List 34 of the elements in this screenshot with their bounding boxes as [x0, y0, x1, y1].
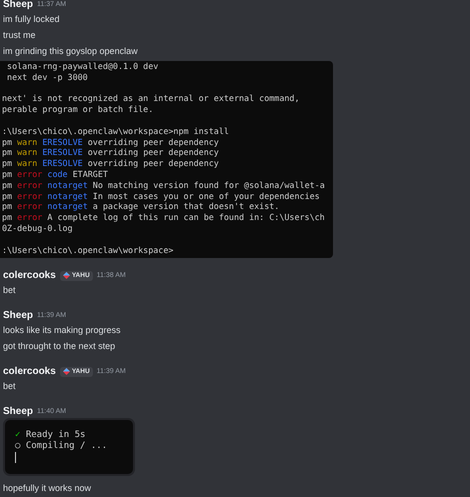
- author-name[interactable]: Sheep: [3, 310, 34, 321]
- terminal-line: pm warn ERESOLVE overriding peer dependency: [2, 136, 219, 147]
- terminal-line: :\Users\chico\.openclaw\workspace>npm install: [2, 126, 229, 136]
- terminal-line: pm warn ERESOLVE overriding peer dependency: [2, 158, 219, 168]
- author-name[interactable]: Sheep: [3, 0, 34, 10]
- terminal-line: perable program or batch file.: [2, 104, 154, 114]
- author-name[interactable]: colercooks: [3, 270, 56, 281]
- message-text: got throught to the next step: [3, 340, 116, 353]
- terminal-line: pm error notarget a package version that doesn't exist.: [2, 201, 280, 212]
- terminal-line: pm error A complete log of this run can be found in: C:\Users\ch: [2, 212, 325, 222]
- terminal-line: ○ Compiling / ...: [15, 440, 108, 451]
- message-text: hopefully it works now: [3, 482, 92, 495]
- message-text: im fully locked: [3, 13, 61, 26]
- terminal-line: :\Users\chico\.openclaw\workspace>: [2, 244, 174, 255]
- terminal-line: pm error code ETARGET: [2, 168, 108, 179]
- author-name[interactable]: Sheep: [3, 406, 34, 417]
- message-text: im grinding this goyslop openclaw: [3, 45, 139, 58]
- terminal-line: next' is not recognized as an internal or external command,: [2, 93, 300, 104]
- author-name[interactable]: colercooks: [3, 366, 56, 377]
- message-text: trust me: [3, 29, 37, 42]
- message-text: bet: [3, 380, 17, 393]
- terminal-screenshot[interactable]: ✓ Ready in 5s ○ Compiling / ...: [5, 420, 133, 474]
- terminal-line: 0Z-debug-0.log: [2, 222, 73, 233]
- terminal-screenshot[interactable]: [0, 61, 333, 258]
- terminal-line: pm warn ERESOLVE overriding peer dependency: [2, 147, 219, 158]
- message-text: looks like its making progress: [3, 324, 122, 337]
- message-text: bet: [3, 284, 17, 297]
- diamond-icon: [62, 368, 70, 375]
- terminal-line: next dev -p 3000: [6, 72, 88, 82]
- terminal-line: pm error notarget No matching version found for @solana/wallet-a: [2, 180, 325, 190]
- terminal-line: ✓ Ready in 5s: [15, 430, 86, 440]
- diamond-icon: [62, 272, 70, 279]
- terminal-line: solana-rng-paywalled@0.1.0 dev: [6, 61, 158, 71]
- terminal-line: pm error notarget In most cases you or one of your dependencies: [2, 190, 320, 201]
